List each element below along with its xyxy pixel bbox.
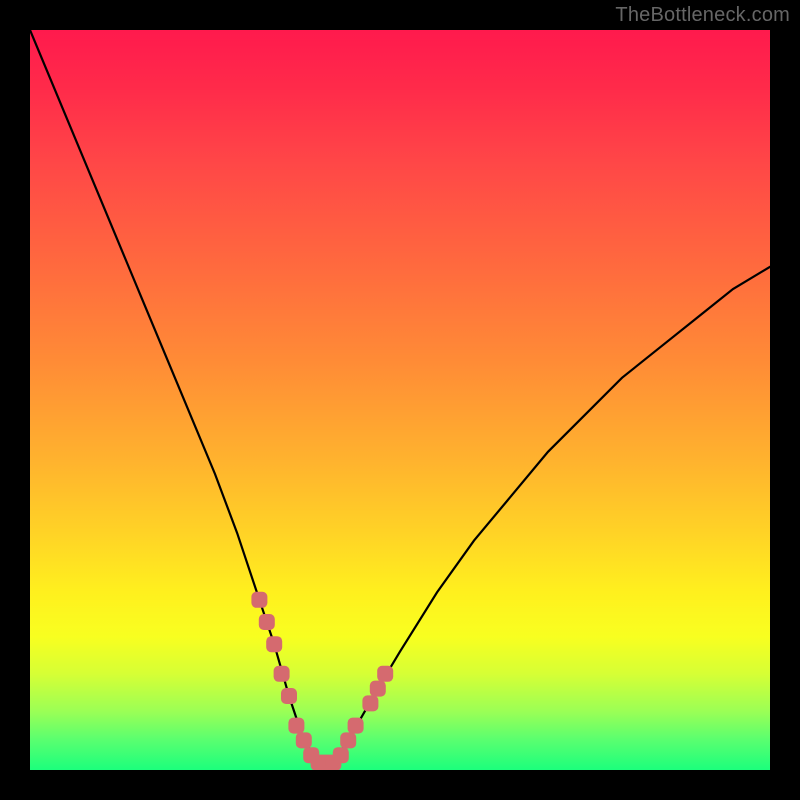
highlight-marker-group <box>251 592 393 770</box>
chart-frame: TheBottleneck.com <box>0 0 800 800</box>
highlight-marker <box>333 747 349 763</box>
highlight-marker <box>296 732 312 748</box>
plot-area <box>30 30 770 770</box>
highlight-marker <box>251 592 267 608</box>
bottleneck-curve-path <box>30 30 770 763</box>
highlight-marker <box>281 688 297 704</box>
highlight-marker <box>377 666 393 682</box>
watermark-text: TheBottleneck.com <box>615 4 790 27</box>
curve-group <box>30 30 770 763</box>
highlight-marker <box>340 732 356 748</box>
highlight-marker <box>288 718 304 734</box>
highlight-marker <box>259 614 275 630</box>
highlight-marker <box>266 636 282 652</box>
highlight-marker <box>370 681 386 697</box>
chart-svg <box>30 30 770 770</box>
highlight-marker <box>274 666 290 682</box>
highlight-marker <box>362 695 378 711</box>
highlight-marker <box>348 718 364 734</box>
